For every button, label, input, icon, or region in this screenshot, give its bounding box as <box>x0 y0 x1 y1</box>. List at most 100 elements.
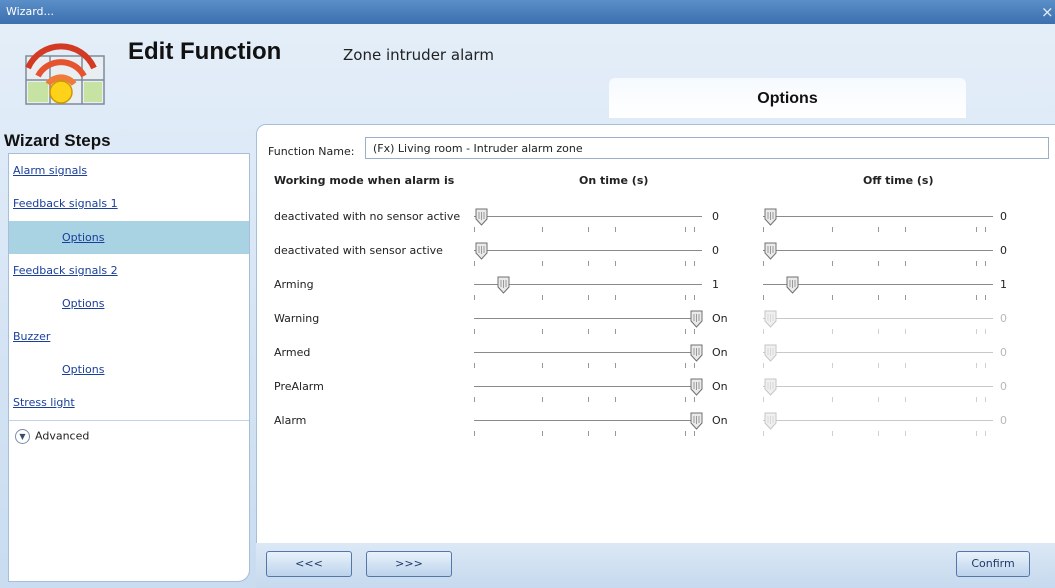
slider-tick <box>694 261 695 266</box>
slider-tick <box>832 227 833 232</box>
off-time-slider-ticks <box>763 329 993 334</box>
mode-row-label: PreAlarm <box>274 380 324 393</box>
slider-tick <box>474 397 475 402</box>
slider-tick <box>763 295 764 300</box>
off-time-slider-thumb <box>764 344 777 362</box>
slider-tick <box>615 329 616 334</box>
slider-tick <box>832 295 833 300</box>
slider-tick <box>694 431 695 436</box>
on-time-slider-thumb[interactable] <box>690 412 703 430</box>
off-time-value: 0 <box>1000 312 1007 325</box>
function-type-label: Zone intruder alarm <box>343 46 494 64</box>
step-feedback-2-options[interactable]: Options <box>62 297 104 310</box>
tab-options[interactable]: Options <box>609 78 966 118</box>
slider-tick <box>763 261 764 266</box>
slider-tick <box>976 227 977 232</box>
slider-tick <box>474 261 475 266</box>
slider-tick <box>542 261 543 266</box>
off-time-slider-ticks <box>763 227 993 232</box>
slider-tick <box>588 261 589 266</box>
mode-row-label: deactivated with no sensor active <box>274 210 461 223</box>
step-stress-light[interactable]: Stress light <box>13 396 75 409</box>
slider-tick <box>474 431 475 436</box>
step-buzzer-options[interactable]: Options <box>62 363 104 376</box>
slider-tick <box>694 329 695 334</box>
step-feedback-signals-2[interactable]: Feedback signals 2 <box>13 264 118 277</box>
off-time-slider-thumb[interactable] <box>764 208 777 226</box>
off-time-slider-thumb <box>764 310 777 328</box>
on-time-slider-track[interactable] <box>474 250 702 251</box>
on-time-slider-track[interactable] <box>474 420 702 421</box>
slider-tick <box>976 363 977 368</box>
off-time-slider-track[interactable] <box>763 250 993 251</box>
slider-tick <box>985 363 986 368</box>
mode-row-label: Armed <box>274 346 311 359</box>
confirm-button[interactable]: Confirm <box>956 551 1030 577</box>
wizard-steps-panel: Alarm signals Feedback signals 1 Options… <box>8 153 250 582</box>
slider-tick <box>685 295 686 300</box>
on-time-slider-thumb[interactable] <box>690 310 703 328</box>
slider-tick <box>694 363 695 368</box>
slider-tick <box>694 227 695 232</box>
slider-tick <box>976 397 977 402</box>
selected-step-highlight <box>9 221 249 254</box>
off-time-slider-thumb[interactable] <box>786 276 799 294</box>
slider-tick <box>878 329 879 334</box>
advanced-toggle[interactable]: ▼ Advanced <box>15 429 89 444</box>
off-time-slider-thumb[interactable] <box>764 242 777 260</box>
wizard-steps-title: Wizard Steps <box>4 131 111 150</box>
mode-row-label: Warning <box>274 312 320 325</box>
slider-tick <box>588 295 589 300</box>
function-name-input[interactable] <box>365 137 1049 159</box>
slider-tick <box>905 261 906 266</box>
back-button[interactable]: <<< <box>266 551 352 577</box>
on-time-slider-track[interactable] <box>474 386 702 387</box>
slider-tick <box>542 329 543 334</box>
slider-tick <box>976 295 977 300</box>
slider-tick <box>905 227 906 232</box>
slider-tick <box>474 363 475 368</box>
slider-tick <box>976 431 977 436</box>
slider-tick <box>615 397 616 402</box>
page-title: Edit Function <box>128 38 282 65</box>
off-time-slider-track[interactable] <box>763 216 993 217</box>
step-feedback-1-options[interactable]: Options <box>62 231 104 244</box>
off-time-value: 1 <box>1000 278 1007 291</box>
on-time-slider-thumb[interactable] <box>690 344 703 362</box>
on-time-slider-track[interactable] <box>474 216 702 217</box>
slider-tick <box>878 261 879 266</box>
mode-row-label: Arming <box>274 278 314 291</box>
slider-tick <box>694 295 695 300</box>
off-time-slider-track[interactable] <box>763 420 993 421</box>
on-time-slider-thumb[interactable] <box>475 242 488 260</box>
on-time-column-header: On time (s) <box>579 174 649 187</box>
next-button[interactable]: >>> <box>366 551 452 577</box>
on-time-slider-ticks <box>474 295 702 300</box>
on-time-value: 0 <box>712 210 719 223</box>
off-time-slider-ticks <box>763 295 993 300</box>
tab-options-label: Options <box>757 90 818 107</box>
close-icon[interactable]: × <box>1041 0 1054 24</box>
step-buzzer[interactable]: Buzzer <box>13 330 50 343</box>
slider-tick <box>542 227 543 232</box>
slider-tick <box>588 431 589 436</box>
slider-tick <box>615 227 616 232</box>
on-time-slider-thumb[interactable] <box>475 208 488 226</box>
step-feedback-signals-1[interactable]: Feedback signals 1 <box>13 197 118 210</box>
slider-tick <box>832 397 833 402</box>
on-time-slider-ticks <box>474 227 702 232</box>
off-time-slider-track[interactable] <box>763 352 993 353</box>
slider-tick <box>985 431 986 436</box>
on-time-slider-track[interactable] <box>474 352 702 353</box>
slider-tick <box>832 363 833 368</box>
on-time-slider-track[interactable] <box>474 318 702 319</box>
off-time-slider-track[interactable] <box>763 318 993 319</box>
window-titlebar: Wizard... × <box>0 0 1055 24</box>
slider-tick <box>832 329 833 334</box>
on-time-value: 1 <box>712 278 719 291</box>
on-time-slider-thumb[interactable] <box>690 378 703 396</box>
on-time-slider-thumb[interactable] <box>497 276 510 294</box>
off-time-slider-track[interactable] <box>763 386 993 387</box>
step-alarm-signals[interactable]: Alarm signals <box>13 164 87 177</box>
off-time-value: 0 <box>1000 380 1007 393</box>
